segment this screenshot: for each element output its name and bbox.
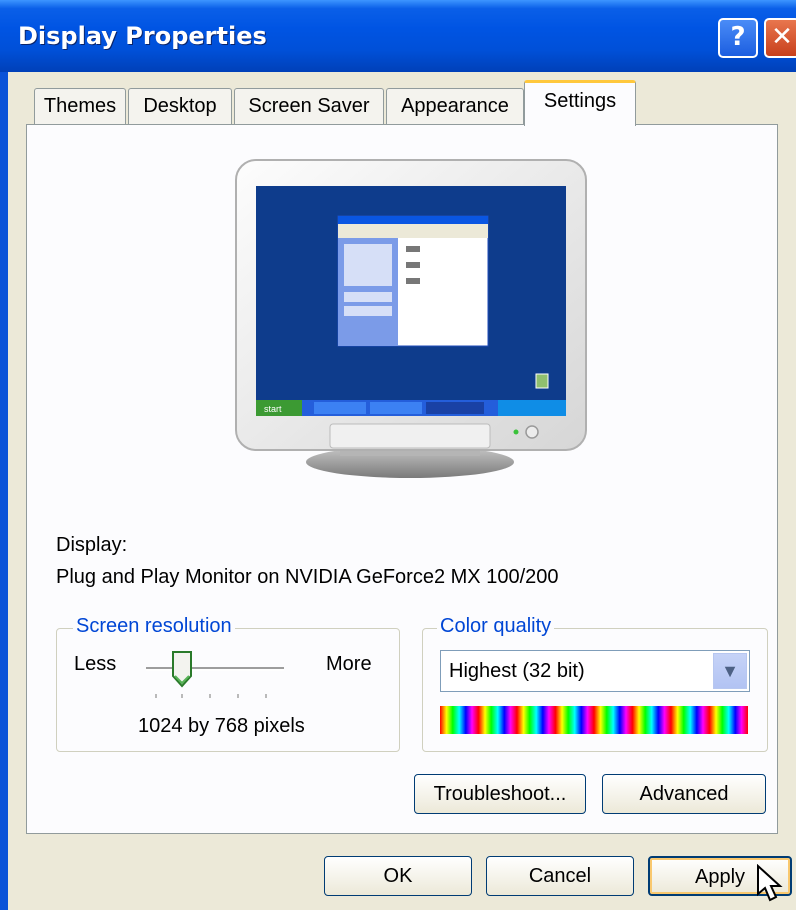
resolution-slider[interactable] xyxy=(140,648,290,708)
color-quality-value: Highest (32 bit) xyxy=(449,660,585,682)
mouse-pointer-icon xyxy=(757,864,783,902)
resolution-more-label: More xyxy=(326,653,372,675)
title-bar[interactable]: Display Properties ? ✕ xyxy=(0,0,796,72)
window-title: Display Properties xyxy=(18,22,267,50)
troubleshoot-button[interactable]: Troubleshoot... xyxy=(414,774,586,814)
tab-label: Desktop xyxy=(143,95,217,117)
start-label: start xyxy=(264,404,282,414)
help-icon: ? xyxy=(730,22,746,52)
tab-label: Themes xyxy=(43,95,117,117)
color-spectrum-bar xyxy=(440,706,748,734)
cancel-button[interactable]: Cancel xyxy=(486,856,634,896)
ok-button[interactable]: OK xyxy=(324,856,472,896)
tab-settings[interactable]: Settings xyxy=(524,80,636,126)
slider-thumb xyxy=(172,651,192,688)
display-device: Plug and Play Monitor on NVIDIA GeForce2… xyxy=(56,566,559,588)
help-button[interactable]: ? xyxy=(718,18,758,58)
close-icon: ✕ xyxy=(771,22,793,52)
tab-label: Appearance xyxy=(401,95,509,117)
cancel-label: Cancel xyxy=(528,865,592,887)
advanced-button[interactable]: Advanced xyxy=(602,774,766,814)
ok-label: OK xyxy=(383,865,413,887)
screen-resolution-label: Screen resolution xyxy=(73,615,235,638)
apply-label: Apply xyxy=(694,866,746,888)
display-label: Display: xyxy=(56,534,128,556)
advanced-label: Advanced xyxy=(639,783,729,805)
display-properties-window: Display Properties ? ✕ Themes Desktop Sc… xyxy=(0,0,796,910)
resolution-less-label: Less xyxy=(74,653,117,675)
close-button[interactable]: ✕ xyxy=(764,18,796,58)
tab-desktop[interactable]: Desktop xyxy=(128,88,232,124)
tab-label: Screen Saver xyxy=(248,95,370,117)
color-quality-label: Color quality xyxy=(437,615,555,638)
color-quality-select[interactable]: Highest (32 bit) ▼ xyxy=(440,650,750,692)
tab-themes[interactable]: Themes xyxy=(34,88,126,124)
resolution-value: 1024 by 768 pixels xyxy=(138,715,305,737)
resolution-slider-ticks xyxy=(155,694,267,698)
tab-appearance[interactable]: Appearance xyxy=(386,88,524,124)
tab-label: Settings xyxy=(543,90,617,112)
tab-screen-saver[interactable]: Screen Saver xyxy=(234,88,384,124)
chevron-down-icon[interactable]: ▼ xyxy=(713,653,747,689)
monitor-preview: start xyxy=(235,159,587,478)
window-border-left xyxy=(0,72,8,910)
troubleshoot-label: Troubleshoot... xyxy=(433,783,567,805)
